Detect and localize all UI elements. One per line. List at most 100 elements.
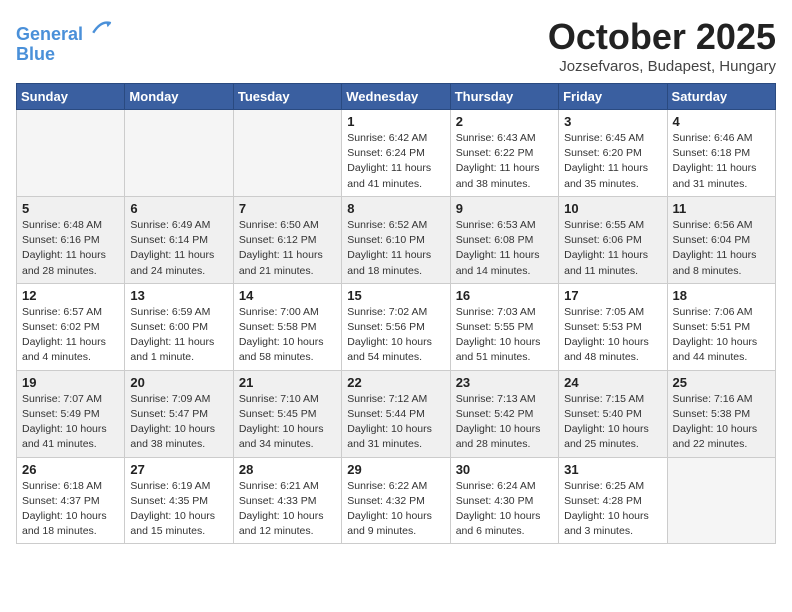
calendar-cell: 6Sunrise: 6:49 AM Sunset: 6:14 PM Daylig… (125, 196, 233, 283)
header-sunday: Sunday (17, 84, 125, 110)
day-info: Sunrise: 7:05 AM Sunset: 5:53 PM Dayligh… (564, 305, 661, 366)
calendar-week-5: 26Sunrise: 6:18 AM Sunset: 4:37 PM Dayli… (17, 457, 776, 544)
day-info: Sunrise: 6:59 AM Sunset: 6:00 PM Dayligh… (130, 305, 227, 366)
calendar-cell: 18 Sunrise: 7:06 AM Sunset: 5:51 PM Dayli… (667, 283, 775, 370)
day-number: 4 (673, 114, 770, 129)
day-number: 19 (22, 375, 119, 390)
day-number: 13 (130, 288, 227, 303)
day-info: Sunrise: 6:52 AM Sunset: 6:10 PM Dayligh… (347, 218, 444, 279)
day-number: 8 (347, 201, 444, 216)
day-number: 18 (673, 288, 770, 303)
calendar-cell (125, 110, 233, 197)
day-info: Sunrise: 6:45 AM Sunset: 6:20 PM Dayligh… (564, 131, 661, 192)
calendar-cell: 3Sunrise: 6:45 AM Sunset: 6:20 PM Daylig… (559, 110, 667, 197)
day-info: Sunrise: 6:22 AM Sunset: 4:32 PM Dayligh… (347, 479, 444, 540)
calendar-cell: 4 Sunrise: 6:46 AM Sunset: 6:18 PM Daylig… (667, 110, 775, 197)
calendar-cell: 17 Sunrise: 7:05 AM Sunset: 5:53 PM Dayli… (559, 283, 667, 370)
calendar-cell: 22Sunrise: 7:12 AM Sunset: 5:44 PM Dayli… (342, 370, 450, 457)
calendar-cell: 25Sunrise: 7:16 AM Sunset: 5:38 PM Dayli… (667, 370, 775, 457)
calendar-cell: 19 Sunrise: 7:07 AM Sunset: 5:49 PM Dayli… (17, 370, 125, 457)
day-number: 22 (347, 375, 444, 390)
day-info: Sunrise: 7:03 AM Sunset: 5:55 PM Dayligh… (456, 305, 553, 366)
day-number: 2 (456, 114, 553, 129)
calendar-week-4: 19 Sunrise: 7:07 AM Sunset: 5:49 PM Dayli… (17, 370, 776, 457)
day-number: 1 (347, 114, 444, 129)
header-friday: Friday (559, 84, 667, 110)
logo-blue: Blue (16, 45, 114, 65)
month-title: October 2025 (548, 16, 776, 58)
day-info: Sunrise: 7:15 AM Sunset: 5:40 PM Dayligh… (564, 392, 661, 453)
day-number: 14 (239, 288, 336, 303)
calendar-cell: 10 Sunrise: 6:55 AM Sunset: 6:06 PM Dayli… (559, 196, 667, 283)
day-info: Sunrise: 6:25 AM Sunset: 4:28 PM Dayligh… (564, 479, 661, 540)
header-monday: Monday (125, 84, 233, 110)
calendar-cell: 26Sunrise: 6:18 AM Sunset: 4:37 PM Dayli… (17, 457, 125, 544)
header-wednesday: Wednesday (342, 84, 450, 110)
calendar-table: SundayMondayTuesdayWednesdayThursdayFrid… (16, 83, 776, 544)
calendar-cell: 8 Sunrise: 6:52 AM Sunset: 6:10 PM Daylig… (342, 196, 450, 283)
day-number: 5 (22, 201, 119, 216)
day-info: Sunrise: 6:46 AM Sunset: 6:18 PM Dayligh… (673, 131, 770, 192)
day-info: Sunrise: 7:09 AM Sunset: 5:47 PM Dayligh… (130, 392, 227, 453)
day-info: Sunrise: 6:53 AM Sunset: 6:08 PM Dayligh… (456, 218, 553, 279)
day-number: 24 (564, 375, 661, 390)
day-number: 31 (564, 462, 661, 477)
location: Jozsefvaros, Budapest, Hungary (548, 58, 776, 75)
calendar-week-2: 5Sunrise: 6:48 AM Sunset: 6:16 PM Daylig… (17, 196, 776, 283)
day-number: 20 (130, 375, 227, 390)
day-info: Sunrise: 6:57 AM Sunset: 6:02 PM Dayligh… (22, 305, 119, 366)
calendar-header-row: SundayMondayTuesdayWednesdayThursdayFrid… (17, 84, 776, 110)
day-number: 15 (347, 288, 444, 303)
title-block: October 2025 Jozsefvaros, Budapest, Hung… (548, 16, 776, 75)
calendar-week-1: 1 Sunrise: 6:42 AM Sunset: 6:24 PM Daylig… (17, 110, 776, 197)
calendar-cell: 24 Sunrise: 7:15 AM Sunset: 5:40 PM Dayli… (559, 370, 667, 457)
day-info: Sunrise: 7:07 AM Sunset: 5:49 PM Dayligh… (22, 392, 119, 453)
day-number: 9 (456, 201, 553, 216)
page-header: General Blue October 2025 Jozsefvaros, B… (16, 16, 776, 75)
calendar-cell: 15 Sunrise: 7:02 AM Sunset: 5:56 PM Dayli… (342, 283, 450, 370)
calendar-cell: 29Sunrise: 6:22 AM Sunset: 4:32 PM Dayli… (342, 457, 450, 544)
header-tuesday: Tuesday (233, 84, 341, 110)
calendar-cell: 31 Sunrise: 6:25 AM Sunset: 4:28 PM Dayli… (559, 457, 667, 544)
day-info: Sunrise: 7:06 AM Sunset: 5:51 PM Dayligh… (673, 305, 770, 366)
logo-text: General (16, 16, 114, 45)
calendar-cell: 2 Sunrise: 6:43 AM Sunset: 6:22 PM Daylig… (450, 110, 558, 197)
calendar-cell: 20 Sunrise: 7:09 AM Sunset: 5:47 PM Dayli… (125, 370, 233, 457)
day-info: Sunrise: 6:55 AM Sunset: 6:06 PM Dayligh… (564, 218, 661, 279)
header-saturday: Saturday (667, 84, 775, 110)
calendar-cell (667, 457, 775, 544)
day-number: 16 (456, 288, 553, 303)
day-number: 10 (564, 201, 661, 216)
calendar-cell: 27 Sunrise: 6:19 AM Sunset: 4:35 PM Dayli… (125, 457, 233, 544)
calendar-cell: 1 Sunrise: 6:42 AM Sunset: 6:24 PM Daylig… (342, 110, 450, 197)
day-number: 26 (22, 462, 119, 477)
header-thursday: Thursday (450, 84, 558, 110)
calendar-cell: 12Sunrise: 6:57 AM Sunset: 6:02 PM Dayli… (17, 283, 125, 370)
day-number: 28 (239, 462, 336, 477)
calendar-cell (17, 110, 125, 197)
calendar-cell: 30 Sunrise: 6:24 AM Sunset: 4:30 PM Dayli… (450, 457, 558, 544)
calendar-cell: 16 Sunrise: 7:03 AM Sunset: 5:55 PM Dayli… (450, 283, 558, 370)
day-info: Sunrise: 7:13 AM Sunset: 5:42 PM Dayligh… (456, 392, 553, 453)
day-info: Sunrise: 6:42 AM Sunset: 6:24 PM Dayligh… (347, 131, 444, 192)
logo: General Blue (16, 16, 114, 65)
day-info: Sunrise: 6:19 AM Sunset: 4:35 PM Dayligh… (130, 479, 227, 540)
day-info: Sunrise: 7:16 AM Sunset: 5:38 PM Dayligh… (673, 392, 770, 453)
day-info: Sunrise: 6:43 AM Sunset: 6:22 PM Dayligh… (456, 131, 553, 192)
day-number: 17 (564, 288, 661, 303)
day-info: Sunrise: 7:00 AM Sunset: 5:58 PM Dayligh… (239, 305, 336, 366)
day-number: 27 (130, 462, 227, 477)
day-info: Sunrise: 6:21 AM Sunset: 4:33 PM Dayligh… (239, 479, 336, 540)
day-info: Sunrise: 7:10 AM Sunset: 5:45 PM Dayligh… (239, 392, 336, 453)
day-number: 30 (456, 462, 553, 477)
calendar-cell: 14 Sunrise: 7:00 AM Sunset: 5:58 PM Dayli… (233, 283, 341, 370)
calendar-cell: 21Sunrise: 7:10 AM Sunset: 5:45 PM Dayli… (233, 370, 341, 457)
day-info: Sunrise: 6:24 AM Sunset: 4:30 PM Dayligh… (456, 479, 553, 540)
day-number: 7 (239, 201, 336, 216)
day-number: 6 (130, 201, 227, 216)
calendar-cell: 13 Sunrise: 6:59 AM Sunset: 6:00 PM Dayli… (125, 283, 233, 370)
day-info: Sunrise: 7:02 AM Sunset: 5:56 PM Dayligh… (347, 305, 444, 366)
calendar-cell: 11Sunrise: 6:56 AM Sunset: 6:04 PM Dayli… (667, 196, 775, 283)
calendar-cell: 9 Sunrise: 6:53 AM Sunset: 6:08 PM Daylig… (450, 196, 558, 283)
calendar-cell: 7Sunrise: 6:50 AM Sunset: 6:12 PM Daylig… (233, 196, 341, 283)
